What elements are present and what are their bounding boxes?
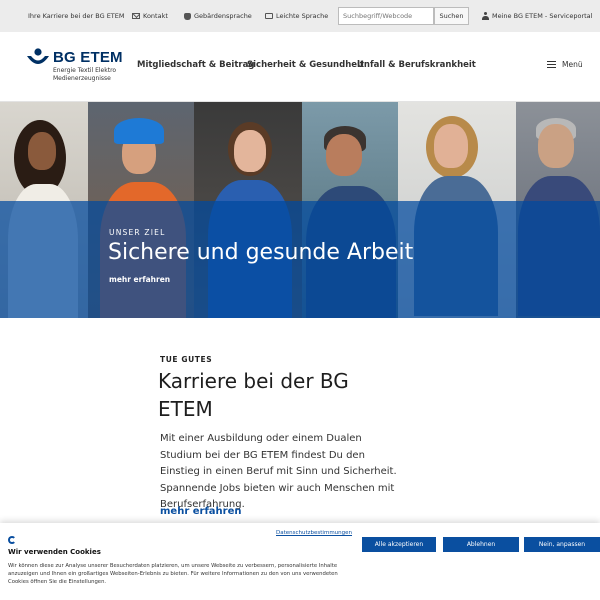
hero-kicker: UNSER ZIEL <box>109 228 166 237</box>
service-portal-label: Meine BG ETEM - Serviceportal <box>492 12 593 20</box>
menu-label: Menü <box>562 60 583 69</box>
bg-etem-logo-icon[interactable] <box>26 48 50 68</box>
easy-language-link[interactable]: Leichte Sprache <box>265 12 328 20</box>
hero-banner: UNSER ZIEL Sichere und gesunde Arbeit me… <box>0 102 600 318</box>
hero-title: Sichere und gesunde Arbeit <box>108 240 414 265</box>
hamburger-icon <box>547 61 556 68</box>
sign-language-label: Gebärdensprache <box>194 12 252 20</box>
easy-language-label: Leichte Sprache <box>276 12 329 20</box>
hero-more-link[interactable]: mehr erfahren <box>109 275 170 284</box>
career-link[interactable]: Ihre Karriere bei der BG ETEM <box>28 12 125 20</box>
nav-item-accident[interactable]: Unfall & Berufskrankheit <box>357 60 476 70</box>
logo-subtitle-line-1: Energie Textil Elektro <box>53 67 117 74</box>
career-kicker: TUE GUTES <box>160 355 213 364</box>
contact-label: Kontakt <box>143 12 168 20</box>
logo-name[interactable]: BG ETEM <box>53 49 123 66</box>
nav-item-safety-health[interactable]: Sicherheit & Gesundheit <box>247 60 364 70</box>
user-icon <box>482 12 489 20</box>
career-title: Karriere bei der BG ETEM <box>158 369 349 421</box>
sign-language-link[interactable]: Gebärdensprache <box>184 12 252 20</box>
nav-item-membership[interactable]: Mitgliedschaft & Beitrag <box>137 60 254 70</box>
cookie-text: Wir können diese zur Analyse unserer Bes… <box>8 563 338 586</box>
menu-button[interactable]: Menü <box>547 60 583 69</box>
customize-button[interactable]: Nein, anpassen <box>524 537 600 552</box>
career-more-link[interactable]: mehr erfahren <box>160 506 242 517</box>
search-input[interactable] <box>338 7 434 25</box>
easy-language-icon <box>265 13 273 19</box>
reject-button[interactable]: Ablehnen <box>443 537 519 552</box>
logo-subtitle: Energie Textil Elektro Medienerzeugnisse <box>53 67 116 82</box>
cookie-title: Wir verwenden Cookies <box>8 548 101 556</box>
page: Ihre Karriere bei der BG ETEM Kontakt Ge… <box>0 0 600 600</box>
logo-subtitle-line-2: Medienerzeugnisse <box>53 74 111 82</box>
sign-language-icon <box>184 12 191 20</box>
utility-bar: Ihre Karriere bei der BG ETEM Kontakt Ge… <box>0 0 600 32</box>
search-button[interactable]: Suchen <box>434 7 469 25</box>
contact-link[interactable]: Kontakt <box>132 12 168 20</box>
career-text: Mit einer Ausbildung oder einem Dualen S… <box>160 433 397 510</box>
service-portal-link[interactable]: Meine BG ETEM - Serviceportal <box>482 12 592 20</box>
privacy-policy-link[interactable]: Datenschutzbestimmungen <box>276 530 352 536</box>
cookie-logo-icon <box>8 536 16 544</box>
mail-icon <box>132 13 140 19</box>
accept-all-button[interactable]: Alle akzeptieren <box>362 537 436 552</box>
